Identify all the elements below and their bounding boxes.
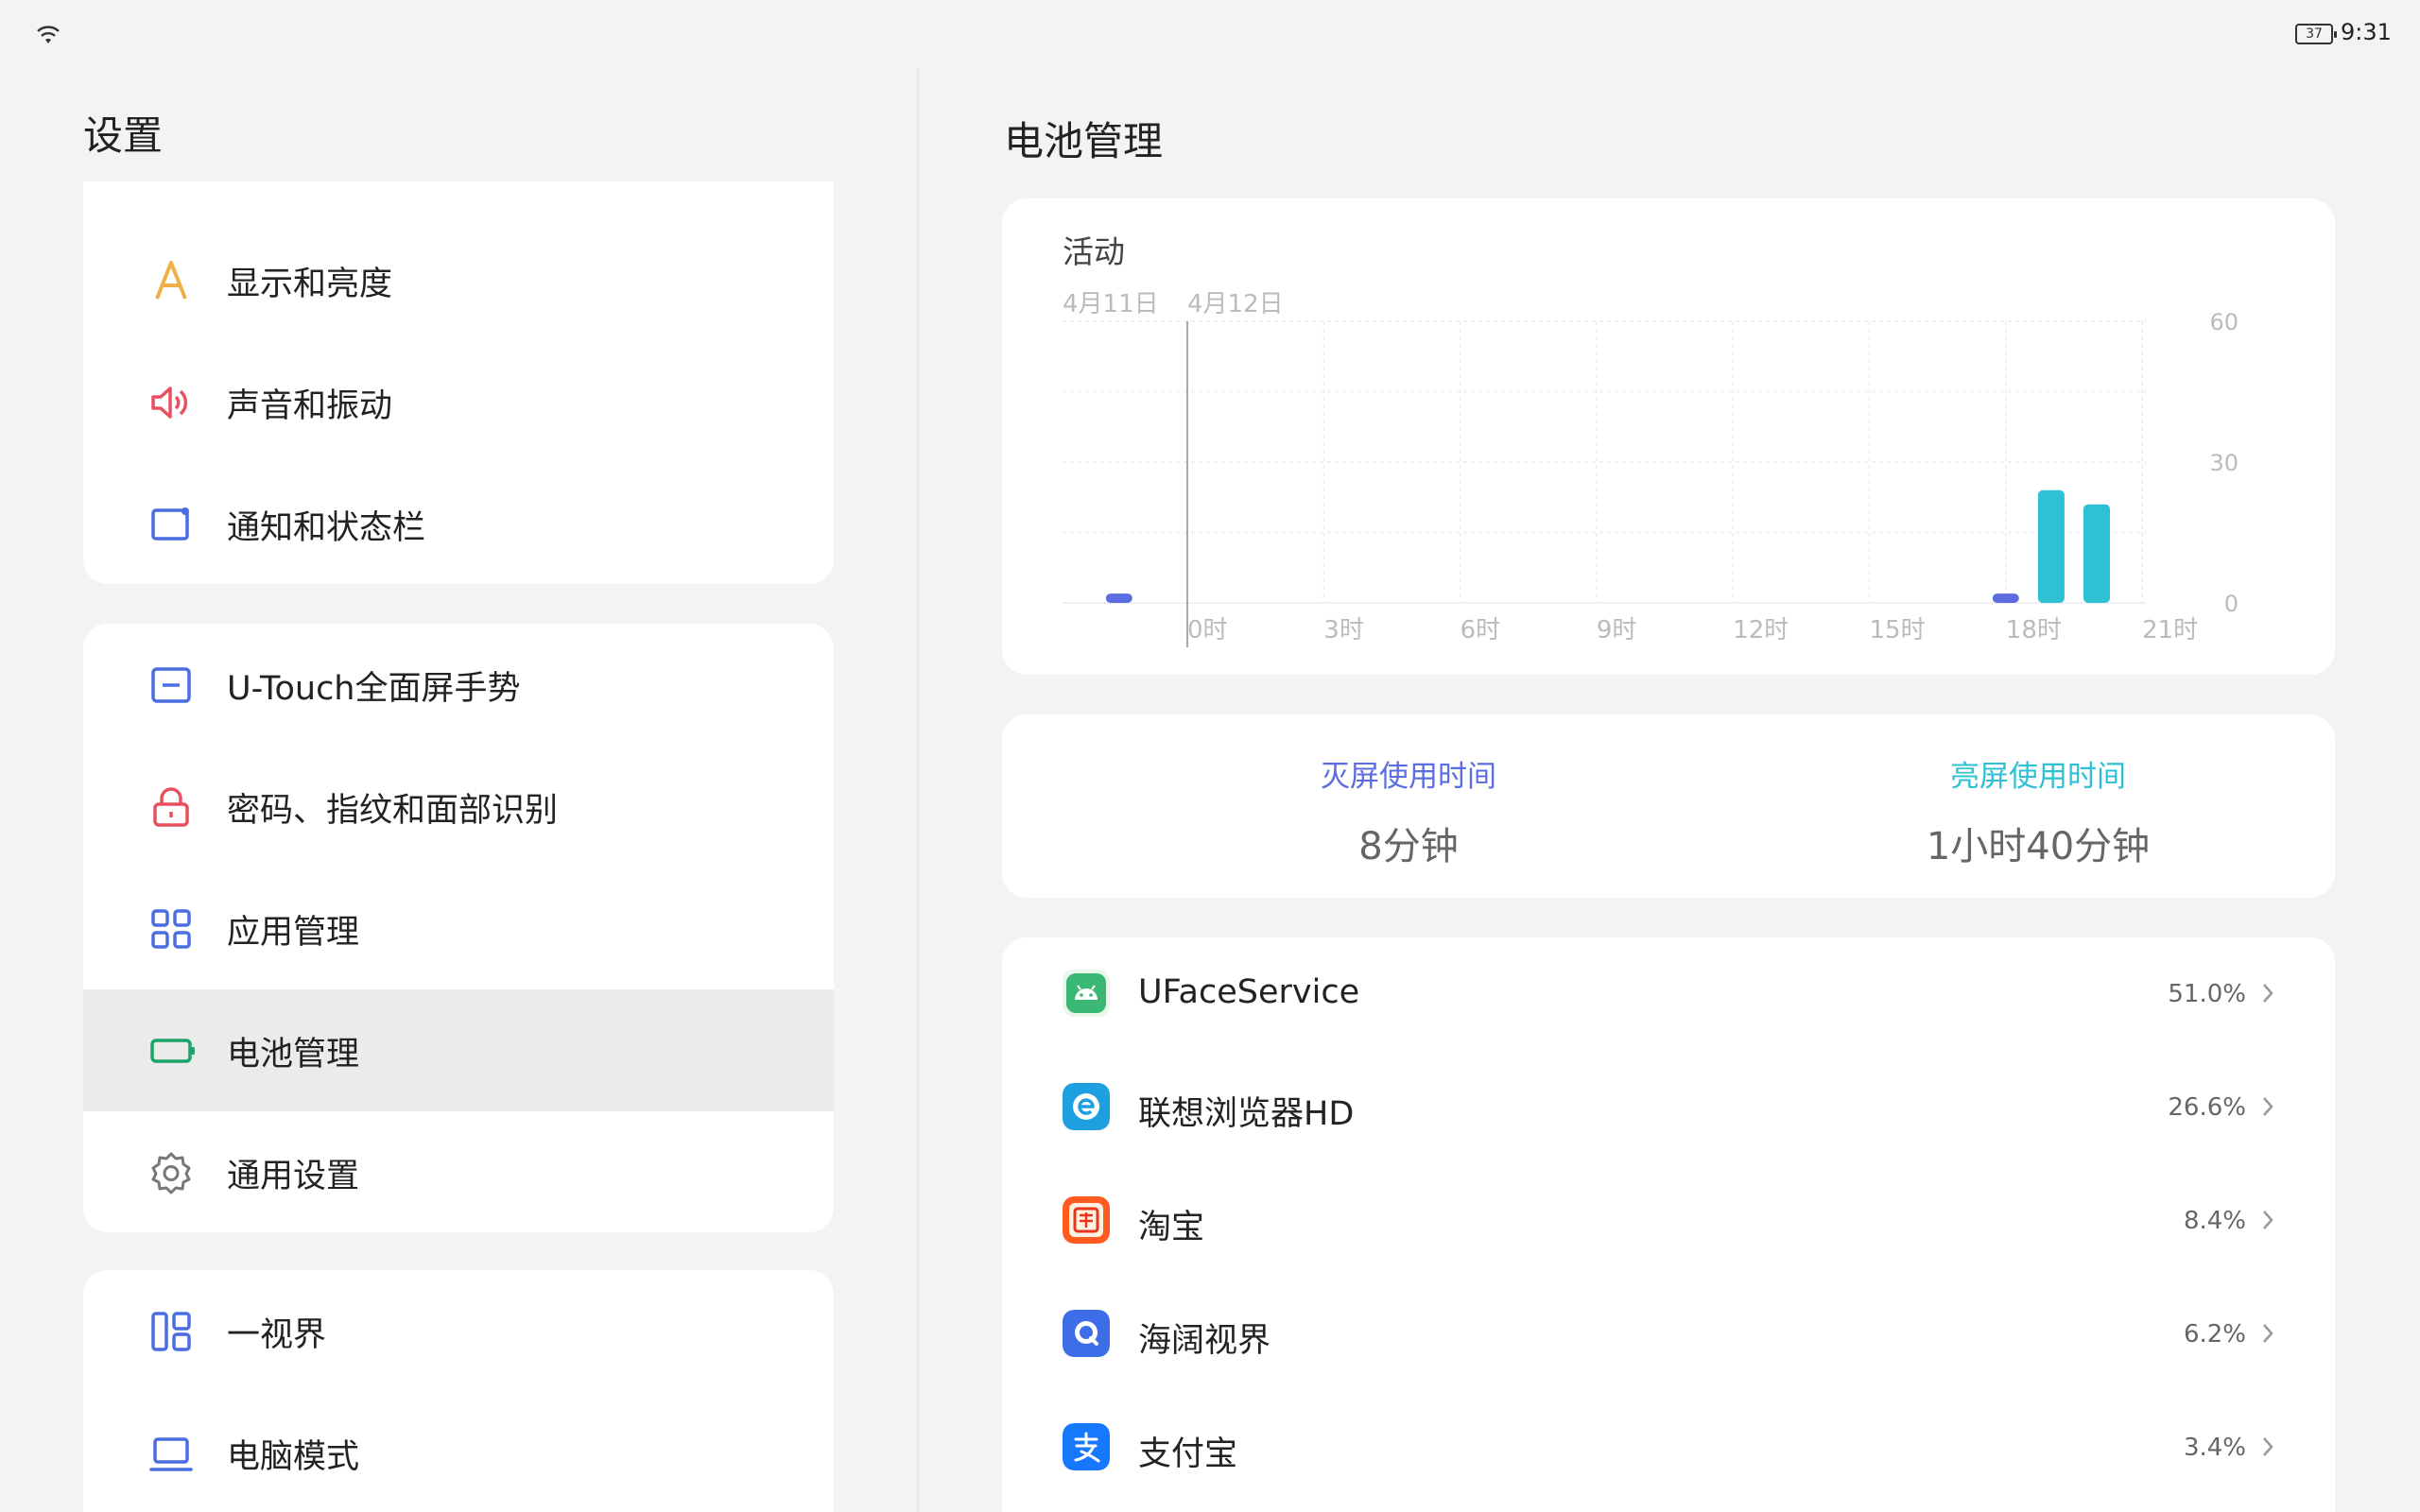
chevron-right-icon bbox=[2263, 984, 2273, 1003]
chart-bar bbox=[2037, 490, 2065, 603]
activity-chart: 4月11日 4月12日 0时 3时 6时 9时 12时 15时 18时 21时 60 30 0 bbox=[1063, 290, 2238, 647]
settings-group-3: 一视界 电脑模式 bbox=[83, 1270, 834, 1512]
display-brightness-icon bbox=[155, 261, 187, 300]
x-tick-label: 15时 bbox=[1870, 616, 1926, 644]
chart-bar bbox=[1992, 593, 2019, 603]
settings-title: 设置 bbox=[83, 112, 164, 159]
date-label: 4月12日 bbox=[1187, 290, 1284, 318]
app-usage-list: UFaceService 51.0% 联想浏览器HD 26.6% 淘宝 8.4% bbox=[1002, 937, 2335, 1512]
pane-divider bbox=[917, 68, 919, 1512]
sidebar-item-label: 通用设置 bbox=[227, 1158, 360, 1195]
settings-group-1: 显示和亮度 声音和振动 通知和状态栏 bbox=[83, 181, 834, 584]
speaker-icon bbox=[151, 387, 188, 419]
taobao-app-icon bbox=[1063, 1196, 1110, 1244]
sidebar-item-battery[interactable]: 电池管理 bbox=[83, 989, 834, 1111]
x-tick-label: 9时 bbox=[1597, 616, 1637, 644]
sidebar-item-label: 一视界 bbox=[227, 1316, 327, 1354]
app-percent: 26.6% bbox=[2168, 1093, 2246, 1122]
layout-icon bbox=[151, 1312, 191, 1351]
sidebar-item-label: U-Touch全面屏手势 bbox=[227, 670, 521, 708]
sidebar-item-yishijie[interactable]: 一视界 bbox=[83, 1270, 834, 1392]
app-percent: 8.4% bbox=[2183, 1207, 2246, 1235]
app-name: 淘宝 bbox=[1138, 1209, 1205, 1246]
screen-off-usage: 灭屏使用时间 8分钟 bbox=[1125, 752, 1692, 870]
app-name: 联想浏览器HD bbox=[1138, 1095, 1355, 1133]
app-row-haikuo[interactable]: 海阔视界 6.2% bbox=[1002, 1278, 2335, 1391]
battery-icon bbox=[150, 1039, 195, 1063]
app-percent: 51.0% bbox=[2168, 980, 2246, 1008]
screen-on-usage: 亮屏使用时间 1小时40分钟 bbox=[1754, 752, 2322, 870]
gesture-icon bbox=[151, 667, 191, 703]
sidebar-item-display[interactable]: 显示和亮度 bbox=[83, 219, 834, 341]
clock: 9:31 bbox=[2341, 19, 2392, 45]
app-row-alipay[interactable]: 支付宝 3.4% bbox=[1002, 1391, 2335, 1504]
app-name: UFaceService bbox=[1138, 973, 1360, 1011]
laptop-icon bbox=[149, 1437, 193, 1471]
screen-on-label: 亮屏使用时间 bbox=[1950, 760, 2126, 794]
y-tick-label: 0 bbox=[2224, 591, 2238, 617]
page-title: 电池管理 bbox=[1004, 118, 1164, 164]
chart-bar bbox=[2083, 504, 2110, 603]
wifi-icon bbox=[37, 26, 60, 43]
app-percent: 3.4% bbox=[2183, 1434, 2246, 1462]
screen-off-value: 8分钟 bbox=[1358, 825, 1459, 868]
sidebar-item-label: 密码、指纹和面部识别 bbox=[227, 792, 559, 830]
battery-level-icon: 37 bbox=[2295, 24, 2337, 44]
app-name: 支付宝 bbox=[1138, 1435, 1238, 1473]
apps-grid-icon bbox=[151, 909, 191, 949]
usage-time-card: 灭屏使用时间 8分钟 亮屏使用时间 1小时40分钟 bbox=[1002, 714, 2335, 898]
settings-group-2: U-Touch全面屏手势 密码、指纹和面部识别 应用管理 电池管理 通用设置 bbox=[83, 624, 834, 1232]
haikuo-app-icon bbox=[1063, 1310, 1110, 1357]
sidebar-item-gesture[interactable]: U-Touch全面屏手势 bbox=[83, 624, 834, 746]
x-tick-label: 12时 bbox=[1733, 616, 1789, 644]
screen-on-value: 1小时40分钟 bbox=[1926, 825, 2151, 868]
sidebar-item-pc-mode[interactable]: 电脑模式 bbox=[83, 1392, 834, 1512]
chart-bar bbox=[1105, 593, 1132, 603]
sidebar-item-security[interactable]: 密码、指纹和面部识别 bbox=[83, 746, 834, 868]
chevron-right-icon bbox=[2263, 1437, 2273, 1456]
x-tick-label: 6时 bbox=[1461, 616, 1501, 644]
y-tick-label: 60 bbox=[2209, 309, 2238, 335]
chevron-right-icon bbox=[2263, 1211, 2273, 1229]
x-tick-label: 18时 bbox=[2006, 616, 2062, 644]
sidebar-item-label: 应用管理 bbox=[227, 914, 360, 952]
status-bar: 37 9:31 bbox=[0, 0, 2420, 66]
browser-app-icon bbox=[1063, 1083, 1110, 1130]
date-label: 4月11日 bbox=[1063, 290, 1159, 318]
y-tick-label: 30 bbox=[2209, 450, 2238, 476]
android-app-icon bbox=[1063, 970, 1110, 1017]
app-row-browser[interactable]: 联想浏览器HD 26.6% bbox=[1002, 1051, 2335, 1164]
sidebar-item-label: 显示和亮度 bbox=[227, 266, 393, 303]
notification-icon bbox=[151, 507, 189, 541]
sidebar-item-label: 声音和振动 bbox=[227, 387, 393, 425]
sidebar-item-label: 电池管理 bbox=[227, 1036, 360, 1074]
sidebar-item-label: 通知和状态栏 bbox=[227, 509, 426, 547]
app-row-taobao[interactable]: 淘宝 8.4% bbox=[1002, 1164, 2335, 1278]
chevron-right-icon bbox=[2263, 1324, 2273, 1343]
x-tick-label: 21时 bbox=[2142, 616, 2198, 644]
gear-icon bbox=[151, 1152, 191, 1194]
sidebar-item-apps[interactable]: 应用管理 bbox=[83, 868, 834, 989]
sidebar-item-general[interactable]: 通用设置 bbox=[83, 1111, 834, 1232]
x-tick-label: 0时 bbox=[1187, 616, 1228, 644]
app-row-ufaceservice[interactable]: UFaceService 51.0% bbox=[1002, 937, 2335, 1051]
chevron-right-icon bbox=[2263, 1097, 2273, 1116]
sidebar-item-label: 电脑模式 bbox=[227, 1438, 360, 1476]
x-tick-label: 3时 bbox=[1323, 616, 1364, 644]
lock-icon bbox=[153, 787, 189, 827]
app-name: 海阔视界 bbox=[1138, 1322, 1271, 1360]
screen-off-label: 灭屏使用时间 bbox=[1321, 760, 1496, 794]
app-percent: 6.2% bbox=[2183, 1320, 2246, 1349]
sidebar-item-notification[interactable]: 通知和状态栏 bbox=[83, 463, 834, 584]
alipay-app-icon bbox=[1063, 1423, 1110, 1470]
sidebar-item-sound[interactable]: 声音和振动 bbox=[83, 341, 834, 463]
activity-chart-card: 活动 4月11日 4月12日 0时 3时 6时 9时 12时 15时 18时 21时 60 30 0 bbox=[1002, 198, 2335, 675]
